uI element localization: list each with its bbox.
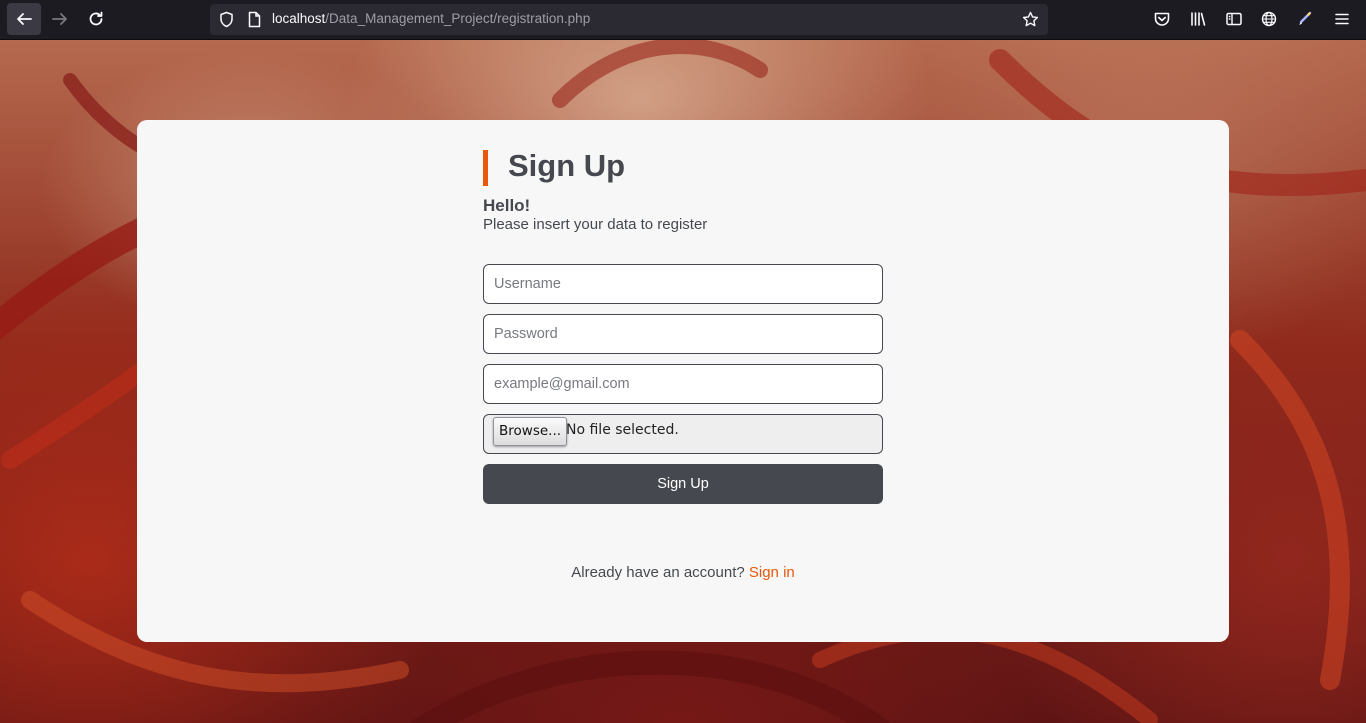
- url-text[interactable]: localhost/Data_Management_Project/regist…: [272, 11, 590, 26]
- pen-extension-button[interactable]: [1288, 3, 1322, 35]
- email-input[interactable]: [483, 364, 883, 404]
- subtitle-text: Please insert your data to register: [483, 216, 708, 233]
- greeting-text: Hello!: [483, 196, 531, 215]
- library-button[interactable]: [1181, 3, 1215, 35]
- back-button[interactable]: [7, 3, 41, 35]
- file-status-text: No file selected.: [566, 422, 679, 438]
- menu-button[interactable]: [1325, 3, 1359, 35]
- url-host: localhost: [272, 11, 326, 26]
- arrow-left-icon: [17, 13, 32, 25]
- signin-prompt-text: Already have an account?: [571, 564, 745, 581]
- page-title: Sign Up: [508, 148, 626, 183]
- password-input[interactable]: [483, 314, 883, 354]
- pen-icon: [1299, 11, 1312, 25]
- page-icon[interactable]: [246, 11, 263, 28]
- library-icon: [1191, 12, 1206, 26]
- reload-icon: [89, 11, 103, 26]
- arrow-right-icon: [52, 13, 67, 25]
- globe-extension-button[interactable]: [1252, 3, 1286, 35]
- shield-icon[interactable]: [218, 11, 235, 28]
- signin-link[interactable]: Sign in: [749, 564, 795, 581]
- hamburger-menu-icon: [1335, 13, 1349, 25]
- signup-card: Sign Up Hello! Please insert your data t…: [137, 120, 1229, 642]
- sidebar-icon: [1226, 12, 1242, 26]
- browse-button[interactable]: Browse...: [493, 417, 568, 446]
- star-icon[interactable]: [1022, 11, 1039, 28]
- browser-toolbar: localhost/Data_Management_Project/regist…: [0, 0, 1366, 40]
- globe-icon: [1261, 11, 1277, 27]
- reload-button[interactable]: [79, 3, 113, 35]
- signup-button[interactable]: Sign Up: [483, 464, 883, 504]
- pocket-button[interactable]: [1145, 3, 1179, 35]
- file-input[interactable]: Browse... No file selected.: [483, 414, 883, 454]
- title-accent-bar: [483, 150, 488, 186]
- signin-prompt: Already have an account? Sign in: [137, 564, 1229, 581]
- sidebar-button[interactable]: [1217, 3, 1251, 35]
- url-bar[interactable]: localhost/Data_Management_Project/regist…: [210, 4, 1048, 35]
- forward-button[interactable]: [43, 3, 77, 35]
- username-input[interactable]: [483, 264, 883, 304]
- url-path: /Data_Management_Project/registration.ph…: [325, 11, 591, 26]
- pocket-icon: [1154, 12, 1170, 26]
